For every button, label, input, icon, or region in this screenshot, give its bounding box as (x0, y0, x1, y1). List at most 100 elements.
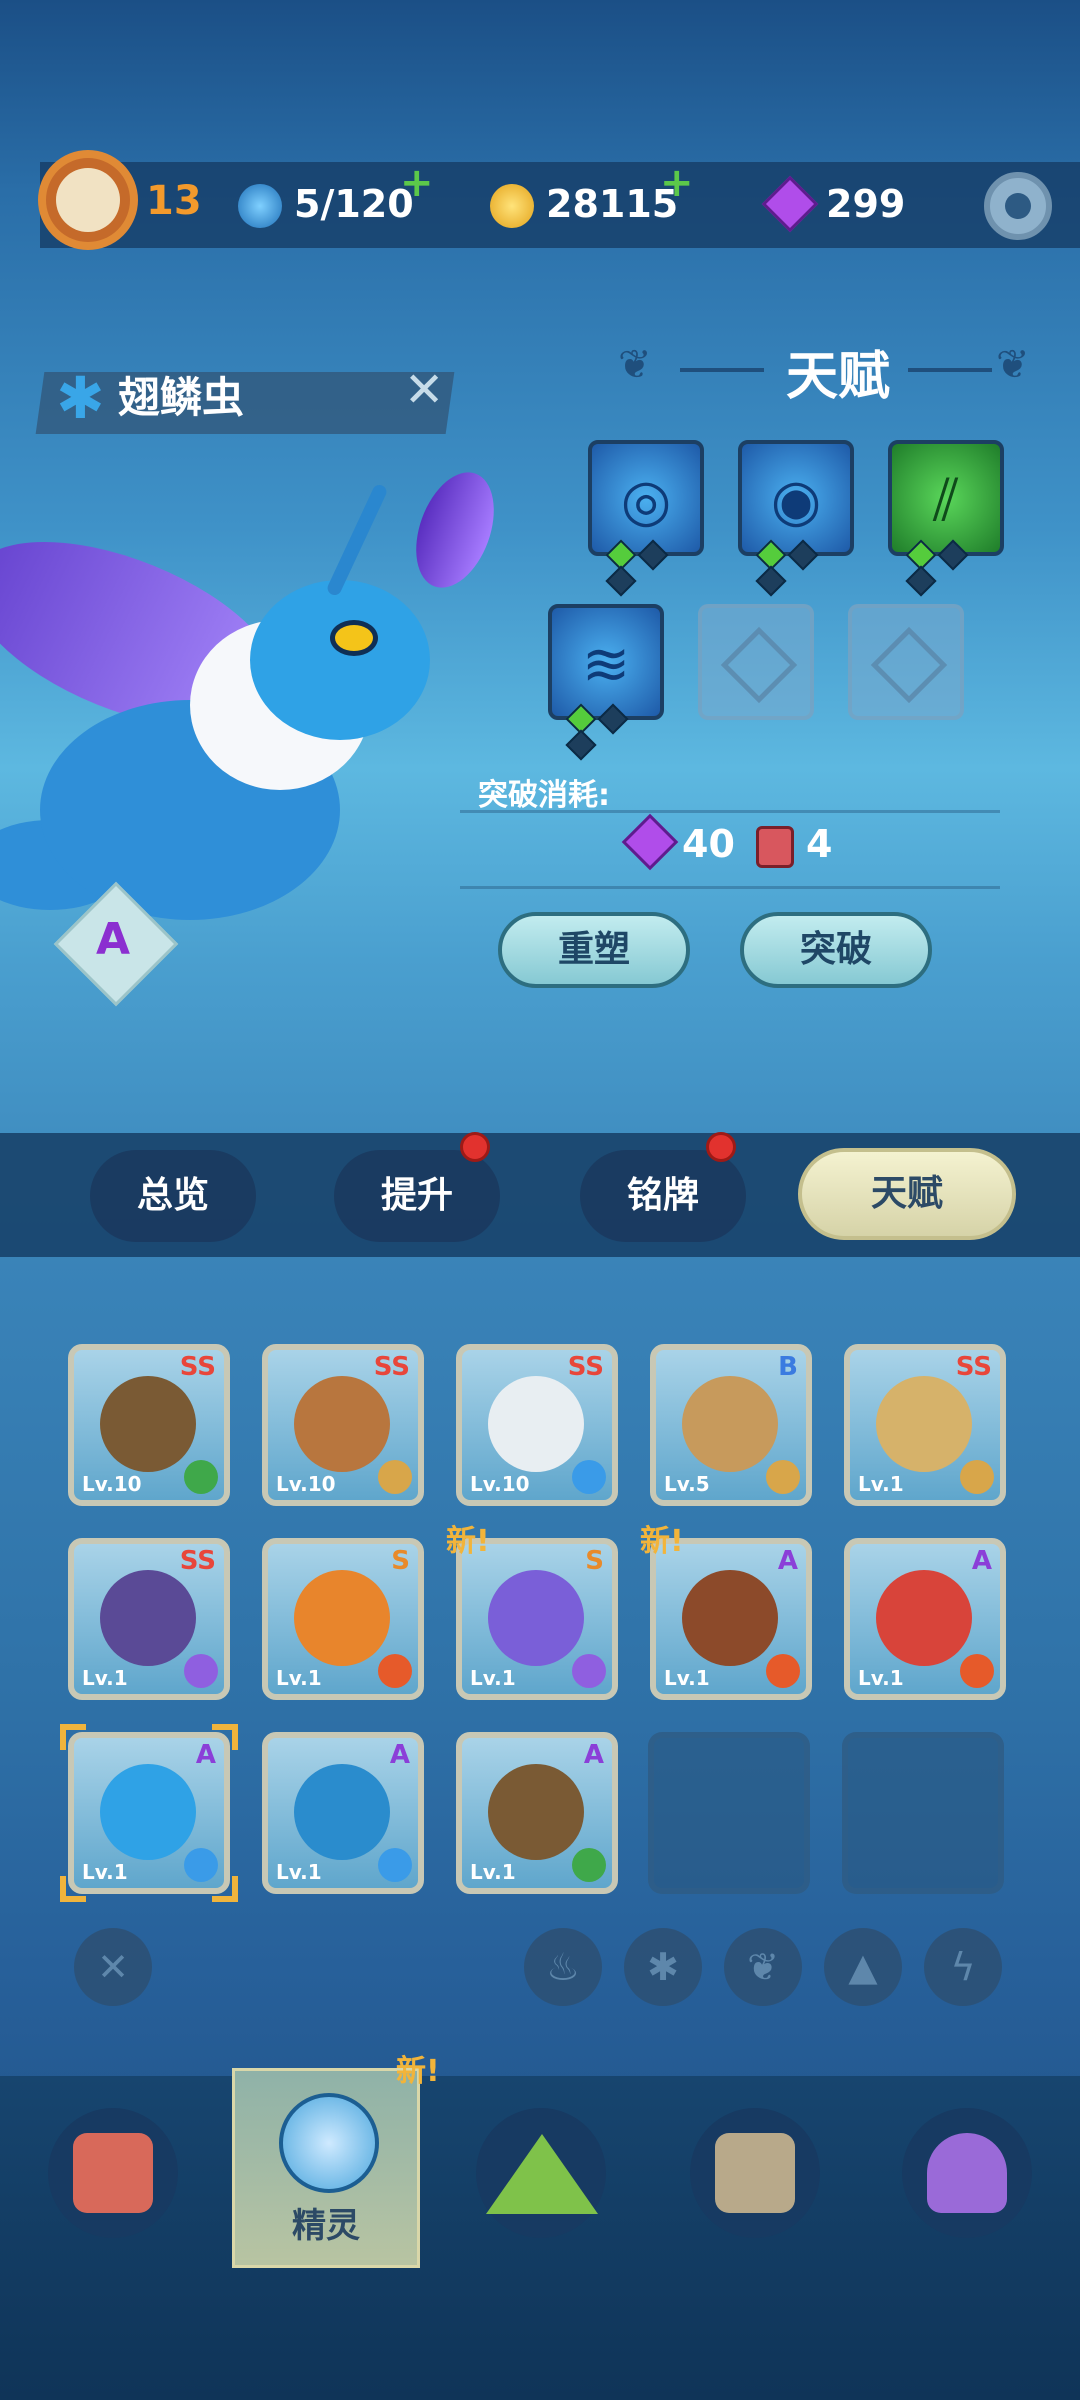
nav-chest[interactable] (690, 2108, 820, 2238)
spirit-level: Lv.1 (664, 1666, 710, 1690)
title-divider-right (908, 368, 992, 372)
leaf-filter-icon[interactable]: ❦ (724, 1928, 802, 2006)
tab-talent[interactable]: 天赋 (798, 1148, 1016, 1240)
grade-label: A (96, 914, 131, 965)
spirit-level: Lv.1 (276, 1666, 322, 1690)
spirit-card[interactable]: A Lv.1 (262, 1732, 424, 1894)
spirit-portrait-icon (488, 1764, 584, 1860)
coin-count: 28115 (546, 182, 679, 226)
tab-upgrade[interactable]: 提升 (334, 1150, 500, 1242)
fire-filter-icon[interactable]: ♨ (524, 1928, 602, 2006)
spirit-level: Lv.1 (858, 1666, 904, 1690)
spirit-rank: SS (179, 1546, 216, 1576)
empty-talent-slot[interactable] (698, 604, 814, 720)
spirit-rank: S (391, 1546, 410, 1576)
chest-nav-icon (715, 2133, 795, 2213)
gem-cost-amount: 40 (682, 822, 735, 866)
spirit-card[interactable]: SS Lv.1 (844, 1344, 1006, 1506)
spirit-card[interactable]: SS Lv.10 (262, 1344, 424, 1506)
player-avatar[interactable] (38, 150, 138, 250)
spirit-level: Lv.1 (276, 1860, 322, 1884)
spirit-level: Lv.1 (82, 1860, 128, 1884)
nav-explore[interactable] (476, 2108, 606, 2238)
empty-talent-slot[interactable] (848, 604, 964, 720)
add-water-button[interactable]: + (400, 160, 434, 206)
tornado-talent-icon[interactable]: ◎ (588, 440, 704, 597)
spirit-level: Lv.10 (276, 1472, 336, 1496)
snowflake-icon: ✱ (56, 364, 105, 432)
spirit-card[interactable]: A Lv.1 (844, 1538, 1006, 1700)
cost-divider-bottom (460, 886, 1000, 889)
breakthrough-button[interactable]: 突破 (740, 912, 932, 988)
spirit-rank: S (585, 1546, 604, 1576)
add-coins-button[interactable]: + (660, 160, 694, 206)
spirit-card[interactable]: A Lv.1 (650, 1538, 812, 1700)
gem-cost-icon (621, 813, 679, 871)
talent-level-gems (605, 539, 700, 597)
tab-nameplate[interactable]: 铭牌 (580, 1150, 746, 1242)
lightning-element-icon (572, 1654, 606, 1688)
spirit-portrait-icon (100, 1376, 196, 1472)
spirit-rank: A (389, 1740, 410, 1770)
clear-filter-icon[interactable]: ✕ (74, 1928, 152, 2006)
spirit-level: Lv.5 (664, 1472, 710, 1496)
new-tag: 新! (640, 1524, 684, 1559)
spirit-card[interactable]: S Lv.1 (262, 1538, 424, 1700)
spirit-card[interactable]: A Lv.1 (456, 1732, 618, 1894)
leaf-element-icon (184, 1460, 218, 1494)
creature-eye (330, 620, 378, 656)
spirit-card[interactable]: S Lv.1 (456, 1538, 618, 1700)
lightning-filter-icon[interactable]: ϟ (924, 1928, 1002, 2006)
eye-talent-icon[interactable]: ◉ (738, 440, 854, 597)
player-level: 13 (146, 178, 202, 224)
spirit-portrait-icon (876, 1570, 972, 1666)
spirit-rank: B (778, 1352, 798, 1382)
nav-new-tag: 新! (396, 2054, 440, 2089)
spirit-portrait-icon (488, 1570, 584, 1666)
spirit-card[interactable]: SS Lv.10 (456, 1344, 618, 1506)
spirit-rank: SS (373, 1352, 410, 1382)
wave-talent-icon[interactable]: ≋ (548, 604, 664, 761)
earth-element-icon (960, 1460, 994, 1494)
ornament-left-icon: ❦ (618, 342, 652, 388)
close-icon[interactable]: ✕ (404, 362, 444, 418)
spirit-portrait-icon (682, 1376, 778, 1472)
settings-gear-icon[interactable] (984, 172, 1052, 240)
fire-element-icon (378, 1654, 412, 1688)
spirit-rank: SS (955, 1352, 992, 1382)
spirit-portrait-icon (294, 1570, 390, 1666)
selection-corner (60, 1724, 86, 1750)
spirit-card[interactable]: A Lv.1 (68, 1732, 230, 1894)
spirit-nav-icon (279, 2093, 379, 2193)
spirit-card[interactable]: SS Lv.10 (68, 1344, 230, 1506)
spirit-rank: A (777, 1546, 798, 1576)
claw-talent-icon[interactable]: ⫽ (888, 440, 1004, 597)
nav-map[interactable] (902, 2108, 1032, 2238)
empty-slot-icon (870, 626, 948, 704)
talent-level-gems (755, 539, 850, 597)
gem-count: 299 (826, 182, 906, 226)
spirit-level: Lv.1 (470, 1860, 516, 1884)
device-nav-icon (73, 2133, 153, 2213)
fire-element-icon (766, 1654, 800, 1688)
title-divider-left (680, 368, 764, 372)
ice-element-icon (572, 1460, 606, 1494)
avatar-portrait-icon (56, 168, 120, 232)
talent-level-gems (565, 703, 660, 761)
nav-device[interactable] (48, 2108, 178, 2238)
lightning-element-icon (184, 1654, 218, 1688)
spirit-card[interactable]: SS Lv.1 (68, 1538, 230, 1700)
creature-antenna (325, 482, 389, 598)
ice-filter-icon[interactable]: ✱ (624, 1928, 702, 2006)
coin-icon (490, 184, 534, 228)
tab-overview[interactable]: 总览 (90, 1150, 256, 1242)
earth-filter-icon[interactable]: ▲ (824, 1928, 902, 2006)
talent-level-gems (905, 539, 1000, 597)
spirit-portrait-icon (100, 1570, 196, 1666)
cost-divider-top (460, 810, 1000, 813)
reshape-button[interactable]: 重塑 (498, 912, 690, 988)
spirit-rank: A (583, 1740, 604, 1770)
spirit-card[interactable]: B Lv.5 (650, 1344, 812, 1506)
upgrade-notification-badge (460, 1132, 490, 1162)
spirit-portrait-icon (294, 1764, 390, 1860)
